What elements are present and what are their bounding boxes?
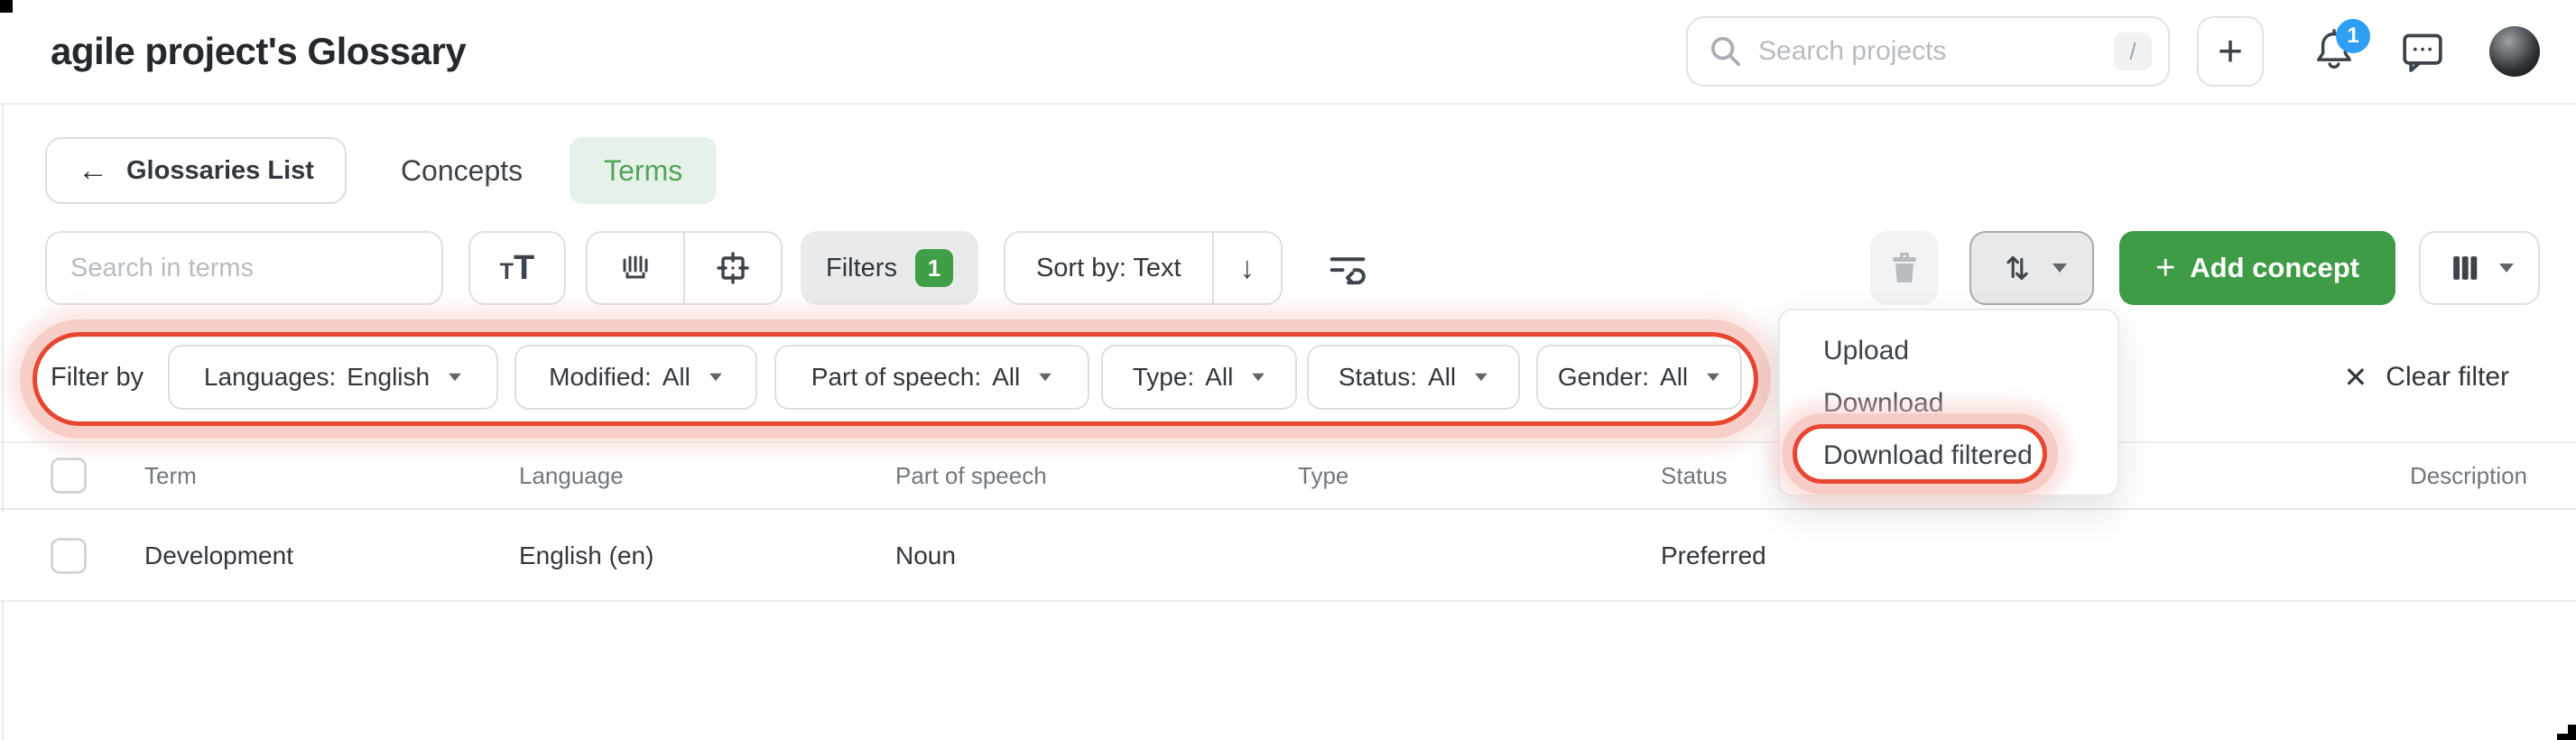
selection-frame-icon (711, 246, 755, 290)
filter-by-label: Filter by (51, 362, 144, 392)
tab-concepts[interactable]: Concepts (401, 154, 523, 188)
filter-value: All (1660, 363, 1689, 391)
corner-mark-top-left (0, 0, 13, 13)
column-header-description[interactable]: Description (2076, 462, 2576, 490)
match-case-icon: TT (499, 248, 535, 287)
upload-download-menu: Upload Download Download filtered (1778, 309, 2119, 496)
arrow-down-icon: ↓ (1239, 250, 1256, 285)
plus-icon: + (2155, 248, 2176, 287)
page-title: agile project's Glossary (51, 30, 467, 72)
column-header-term[interactable]: Term (144, 462, 519, 490)
plus-icon: + (2217, 27, 2244, 76)
filter-value: All (1428, 363, 1457, 391)
close-icon: ✕ (2343, 361, 2368, 393)
filter-value: All (992, 363, 1021, 391)
menu-item-download[interactable]: Download (1780, 377, 2117, 430)
sort-button: Sort by: Text ↓ (1003, 231, 1283, 305)
columns-icon (2445, 248, 2485, 288)
chevron-down-icon (1475, 373, 1487, 382)
search-icon (1708, 33, 1744, 69)
select-all-checkbox[interactable] (51, 458, 87, 494)
cell-language: English (en) (519, 541, 654, 569)
wrap-lines-icon (1324, 245, 1371, 291)
filter-name: Status: (1338, 363, 1418, 391)
clear-filter-button[interactable]: ✕ Clear filter (2343, 345, 2509, 410)
filter-languages-dropdown[interactable]: Languages: English (168, 345, 498, 410)
match-case-button[interactable]: TT (468, 231, 566, 305)
notification-badge: 1 (2336, 19, 2370, 53)
menu-item-upload[interactable]: Upload (1780, 325, 2117, 377)
top-bar: agile project's Glossary / + 1 (0, 0, 2576, 105)
back-arrow-icon: ← (78, 153, 108, 188)
table-row[interactable]: Development English (en) Noun Preferred (0, 512, 2576, 602)
exact-match-button[interactable] (683, 233, 781, 303)
sort-by-label[interactable]: Sort by: Text (1005, 233, 1212, 303)
tab-terms[interactable]: Terms (570, 137, 718, 204)
filters-count-badge: 1 (914, 249, 953, 287)
column-header-type[interactable]: Type (1298, 462, 1661, 490)
filter-name: Gender: (1557, 363, 1650, 391)
chat-icon (2397, 27, 2448, 76)
search-options-group (586, 231, 783, 305)
cell-term: Development (144, 541, 293, 569)
up-down-arrows-icon (1997, 247, 2038, 289)
filter-part-of-speech-dropdown[interactable]: Part of speech: All (774, 345, 1089, 410)
project-search-input[interactable] (1758, 36, 2114, 67)
filter-name: Languages: (203, 363, 337, 391)
notifications-button[interactable]: 1 (2311, 19, 2370, 77)
match-whole-word-button[interactable] (588, 233, 683, 303)
terms-toolbar: TT (45, 231, 2540, 305)
cell-status: Preferred (1661, 541, 1766, 569)
add-concept-label: Add concept (2190, 252, 2359, 283)
new-project-button[interactable]: + (2197, 16, 2264, 87)
add-concept-button[interactable]: + Add concept (2119, 231, 2395, 305)
chevron-down-icon (2499, 264, 2514, 273)
wrap-lines-button[interactable] (1322, 243, 1373, 293)
filters-button[interactable]: Filters 1 (801, 231, 978, 305)
filters-label: Filters (826, 253, 897, 282)
table-header: Term Language Part of speech Type Status… (0, 443, 2576, 510)
project-search-box[interactable]: / (1686, 16, 2170, 87)
terms-search-input[interactable] (70, 253, 418, 283)
chevron-down-icon (1039, 373, 1052, 382)
chevron-down-icon (1707, 373, 1719, 382)
menu-item-download-filtered[interactable]: Download filtered (1780, 430, 2117, 482)
user-avatar[interactable] (2489, 26, 2540, 77)
filter-name: Type: (1132, 363, 1195, 391)
column-header-part-of-speech[interactable]: Part of speech (895, 462, 1298, 490)
chevron-down-icon (1252, 373, 1265, 382)
glossary-nav-row: ← Glossaries List Concepts Terms (45, 137, 2540, 204)
columns-visibility-button[interactable] (2419, 231, 2540, 305)
filter-name: Modified: (549, 363, 652, 391)
row-checkbox[interactable] (51, 538, 87, 574)
cell-part-of-speech: Noun (895, 541, 956, 569)
terms-search-box[interactable] (45, 231, 443, 305)
filter-value: All (662, 363, 690, 391)
filter-gender-dropdown[interactable]: Gender: All (1536, 345, 1742, 410)
column-header-language[interactable]: Language (519, 462, 895, 490)
trash-icon (1883, 246, 1926, 290)
glossary-terms-page: agile project's Glossary / + 1 (0, 0, 2576, 740)
support-chat-button[interactable] (2397, 27, 2448, 76)
corner-mark-bottom-right (2557, 734, 2576, 740)
chevron-down-icon (709, 373, 722, 382)
search-shortcut-chip: / (2114, 32, 2152, 70)
filter-value: All (1205, 363, 1234, 391)
upload-download-menu-button[interactable] (1969, 231, 2095, 305)
filter-name: Part of speech: (811, 363, 982, 391)
filter-modified-dropdown[interactable]: Modified: All (514, 345, 757, 410)
filter-type-dropdown[interactable]: Type: All (1101, 345, 1297, 410)
whole-word-icon (614, 246, 657, 290)
filter-status-dropdown[interactable]: Status: All (1307, 345, 1520, 410)
back-to-glossaries-button[interactable]: ← Glossaries List (45, 137, 347, 204)
chevron-down-icon (449, 373, 461, 382)
sort-direction-button[interactable]: ↓ (1211, 233, 1281, 303)
chevron-down-icon (2052, 264, 2068, 273)
filter-value: English (347, 363, 431, 391)
filter-bar: Filter by Languages: English Modified: A… (0, 345, 2576, 410)
back-button-label: Glossaries List (126, 155, 314, 185)
clear-filter-label: Clear filter (2386, 362, 2509, 392)
delete-selected-button[interactable] (1870, 231, 1940, 305)
